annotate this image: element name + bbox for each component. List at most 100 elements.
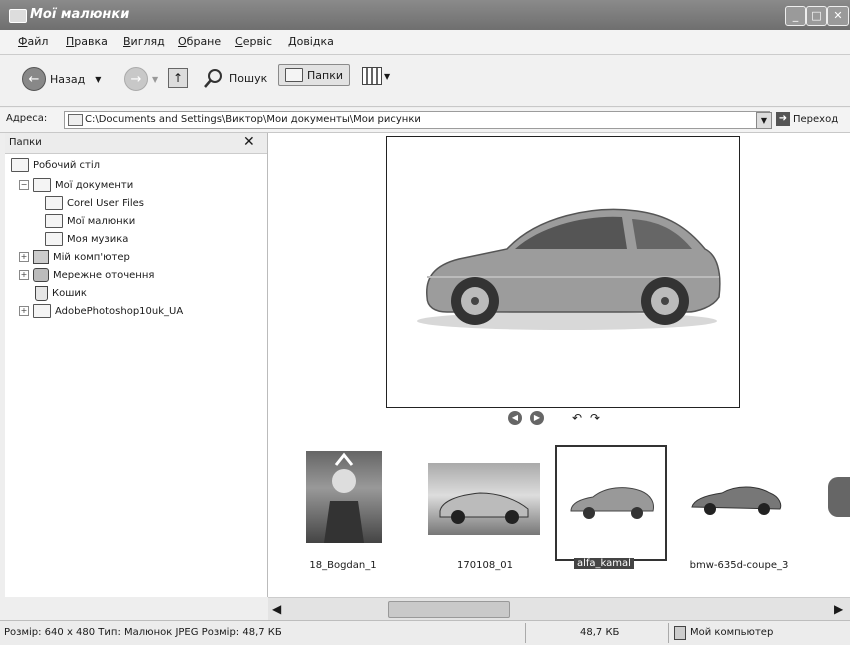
thumbnail-caption: 170108_01	[457, 560, 513, 571]
title-bar[interactable]: Мої малюнки _ □ ✕	[0, 0, 850, 30]
thumbnail-item[interactable]	[555, 445, 667, 561]
back-dropdown-icon[interactable]: ▼	[95, 75, 101, 84]
folders-pane-title: Папки	[9, 137, 42, 148]
image-preview[interactable]	[386, 136, 740, 408]
menu-view[interactable]: Вигляд	[123, 35, 165, 48]
minimize-button[interactable]: _	[785, 6, 806, 26]
pictures-folder-icon	[45, 214, 63, 228]
car-thumbnail	[570, 487, 654, 519]
status-divider	[525, 623, 526, 643]
go-label: Переход	[793, 113, 839, 125]
tree-item-label: AdobePhotoshop10uk_UA	[55, 305, 184, 317]
tree-item[interactable]: − Мої документи	[19, 178, 133, 192]
tree-item[interactable]: Моя музика	[45, 232, 128, 246]
status-size: 48,7 КБ	[580, 627, 620, 638]
thumbnail-item[interactable]: bmw-635d-coupe_3	[674, 443, 804, 579]
network-icon	[33, 268, 49, 282]
previous-image-button[interactable]: ◀	[508, 411, 522, 425]
recycle-bin-icon	[35, 286, 48, 301]
thumbnail-item[interactable]: 170108_01	[420, 443, 550, 579]
scroll-left-arrow[interactable]: ◀	[272, 602, 281, 616]
portrait-thumbnail	[324, 452, 364, 543]
thumbnail-image	[563, 473, 659, 527]
menu-file[interactable]: Файл	[18, 35, 48, 48]
thumbnail-image	[428, 463, 540, 535]
folders-button[interactable]: Папки	[278, 64, 350, 86]
thumbnail-caption: alfa_kamal	[577, 558, 631, 569]
tree-item[interactable]: Робочий стіл	[11, 158, 100, 172]
go-button[interactable]: ➜ Переход	[776, 112, 838, 126]
car-thumbnail	[439, 492, 529, 524]
toolbar: ← Назад ▼ → ▼ ↑ Пошук Папки ▼	[0, 55, 850, 107]
scroll-right-arrow[interactable]: ▶	[834, 602, 843, 616]
thumbnail-image	[686, 477, 786, 521]
folder-icon	[33, 178, 51, 192]
rotate-left-icon[interactable]: ↶	[572, 411, 582, 425]
address-path: C:\Documents and Settings\Виктор\Мои док…	[85, 114, 421, 125]
views-dropdown-icon: ▼	[384, 71, 391, 81]
close-pane-icon[interactable]: ✕	[243, 134, 255, 150]
forward-arrow-icon: →	[124, 67, 148, 91]
tree-item[interactable]: Мої малюнки	[45, 214, 135, 228]
folder-icon	[45, 196, 63, 210]
scroll-thumb[interactable]	[388, 601, 510, 618]
tree-item[interactable]: + Мережне оточення	[19, 268, 154, 282]
status-bar: Розмір: 640 x 480 Тип: Малюнок JPEG Розм…	[0, 620, 850, 645]
rotate-right-icon[interactable]: ↷	[590, 411, 600, 425]
views-button[interactable]: ▼	[362, 67, 390, 85]
tree-item-label: Мої малюнки	[67, 215, 136, 227]
selected-thumbnail-caption[interactable]: alfa_kamal	[574, 558, 634, 569]
expand-icon[interactable]: +	[19, 252, 29, 262]
car-thumbnail	[691, 486, 782, 515]
close-button[interactable]: ✕	[827, 6, 849, 26]
tree-item-label: Кошик	[52, 288, 87, 299]
search-button[interactable]: Пошук	[203, 67, 267, 89]
folders-pane: Папки ✕ Робочий стіл − Мої документи Cor…	[5, 133, 268, 597]
menu-edit[interactable]: Правка	[66, 35, 108, 48]
folders-icon	[285, 68, 303, 82]
tree-item-label: Мій комп'ютер	[53, 251, 130, 263]
tree-item-label: Моя музика	[67, 233, 129, 245]
status-divider	[668, 623, 669, 643]
folders-pane-header: Папки ✕	[5, 133, 267, 154]
address-input[interactable]: C:\Documents and Settings\Виктор\Мои док…	[64, 111, 770, 129]
menu-tools[interactable]: Сервіс	[235, 35, 272, 48]
address-label: Адреса:	[6, 113, 48, 124]
collapse-icon[interactable]: −	[19, 180, 29, 190]
back-label: Назад	[50, 72, 86, 86]
forward-button[interactable]: → ▼	[124, 67, 158, 91]
forward-dropdown-icon[interactable]: ▼	[152, 75, 158, 84]
search-label: Пошук	[229, 71, 268, 85]
go-arrow-icon: ➜	[776, 112, 790, 126]
filmstrip-view: ◀ ▶ ↶ ↷ 18_Bogdan_1 170108_01 alfa_kamal…	[268, 133, 850, 597]
thumbnail-item[interactable]: 18_Bogdan_1	[288, 443, 418, 579]
menu-help[interactable]: Довідка	[288, 35, 334, 48]
address-dropdown-button[interactable]: ▼	[756, 112, 772, 129]
thumbnail-image	[306, 451, 382, 543]
menu-favorites[interactable]: Обране	[178, 35, 221, 48]
window-folder-icon	[9, 9, 27, 23]
maximize-button[interactable]: □	[806, 6, 827, 26]
tree-item[interactable]: Corel User Files	[45, 196, 144, 210]
tree-item-label: Corel User Files	[67, 197, 145, 209]
tree-item-label: Мої документи	[55, 179, 134, 191]
back-arrow-icon: ←	[22, 67, 46, 91]
back-button[interactable]: ← Назад ▼	[22, 67, 101, 91]
desktop-icon	[11, 158, 29, 172]
expand-icon[interactable]: +	[19, 270, 29, 280]
next-image-button[interactable]: ▶	[530, 411, 544, 425]
window-title: Мої малюнки	[30, 7, 130, 22]
tree-item[interactable]: + AdobePhotoshop10uk_UA	[19, 304, 183, 318]
folder-up-icon[interactable]: ↑	[168, 68, 188, 88]
folders-label: Папки	[307, 68, 343, 82]
computer-icon	[33, 250, 49, 264]
computer-zone-icon	[674, 626, 686, 640]
partial-thumbnail[interactable]	[828, 477, 850, 517]
address-bar: Адреса: C:\Documents and Settings\Виктор…	[0, 108, 850, 133]
thumbnail-caption: bmw-635d-coupe_3	[689, 560, 789, 571]
tree-item[interactable]: Кошик	[35, 286, 87, 301]
horizontal-scrollbar[interactable]: ◀ ▶	[268, 597, 850, 620]
folder-icon	[33, 304, 51, 318]
expand-icon[interactable]: +	[19, 306, 29, 316]
tree-item[interactable]: + Мій комп'ютер	[19, 250, 130, 264]
